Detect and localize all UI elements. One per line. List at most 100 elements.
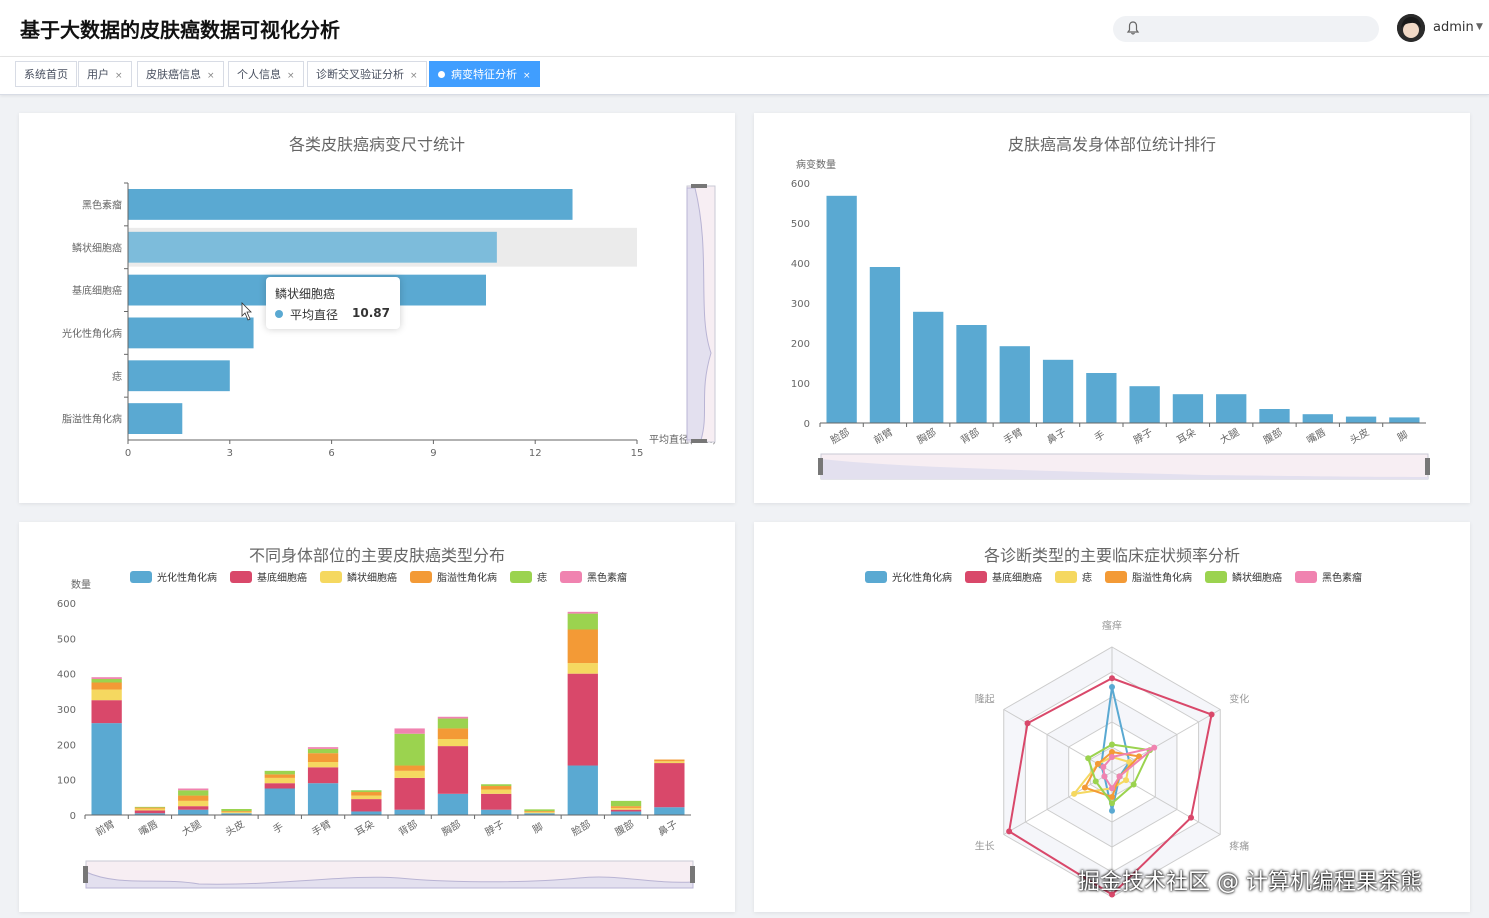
radar-point — [1130, 781, 1137, 788]
radar-point — [1151, 744, 1158, 751]
radar-point — [1208, 711, 1215, 718]
panel-site-type-distribution: 不同身体部位的主要皮肤癌类型分布 光化性角化病 基底细胞癌 鳞状细胞癌 脂溢性角化病痣… — [19, 522, 735, 912]
bar — [128, 317, 254, 349]
close-icon[interactable]: × — [410, 71, 418, 81]
caret-down-icon[interactable]: ▼ — [1476, 22, 1483, 32]
user-avatar[interactable] — [1397, 14, 1425, 42]
x-tick-label: 12 — [529, 448, 542, 459]
pointer-cursor-icon — [241, 302, 252, 321]
bar — [1042, 359, 1074, 423]
y-tick-label: 600 — [57, 599, 76, 610]
legend-label: 光化性角化病 — [157, 571, 217, 584]
y-tick-label: 100 — [57, 776, 76, 787]
app-root: 基于大数据的皮肤癌数据可视化分析 admin ▼ 系统首页 用户 × 皮肤癌信息 ×… — [0, 0, 1489, 918]
stacked-bar-segment — [524, 812, 555, 814]
close-icon[interactable]: × — [115, 71, 123, 81]
y-tick-label: 光化性角化病 — [62, 327, 122, 340]
stacked-bar-segment — [178, 800, 209, 807]
tab-lesion-analysis[interactable]: 病变特征分析 × — [429, 61, 540, 87]
x-tick-label: 胸部 — [439, 817, 463, 838]
datazoom-handle — [691, 184, 707, 188]
stacked-bar-segment — [394, 809, 425, 815]
stacked-bar-segment — [351, 792, 382, 796]
legend-label: 基底细胞癌 — [257, 571, 307, 584]
bar — [1345, 416, 1377, 423]
site-type-stacked-chart: 光化性角化病 基底细胞癌 鳞状细胞癌 脂溢性角化病 痣 黑色素瘤数量 0 100 200 300 4… — [57, 571, 695, 889]
panel-body-site-ranking: 皮肤癌高发身体部位统计排行 病变数量 0 100 200 300 400 500 600 脸部前… — [754, 113, 1470, 503]
tab-user[interactable]: 用户 × — [78, 61, 132, 87]
x-tick-label: 前臂 — [871, 425, 895, 446]
radar-indicator-label: 生长 — [975, 840, 995, 853]
legend-swatch — [130, 571, 152, 583]
x-tick-label: 手 — [1092, 428, 1107, 444]
bar — [826, 195, 857, 423]
x-tick-label: 脸部 — [828, 425, 852, 446]
stacked-bar-segment — [394, 770, 425, 778]
radar-point — [1188, 814, 1195, 821]
search-bar[interactable] — [1113, 16, 1379, 42]
stacked-bar-segment — [654, 761, 685, 764]
stacked-bar-segment — [178, 806, 209, 810]
bar — [128, 189, 573, 220]
x-tick-label: 耳朵 — [353, 818, 376, 838]
legend-swatch — [1105, 571, 1127, 583]
x-tick-label: 手 — [270, 820, 285, 836]
y-tick-label: 脂溢性角化病 — [62, 413, 122, 426]
tab-home[interactable]: 系统首页 — [15, 61, 77, 87]
radar-point — [1109, 741, 1115, 748]
tab-cross-validation[interactable]: 诊断交叉验证分析 × — [307, 61, 427, 87]
bell-icon[interactable] — [1125, 20, 1141, 36]
y-tick-label: 黑色素瘤 — [82, 198, 122, 211]
x-tick-label: 6 — [328, 448, 334, 459]
x-tick-label: 大腿 — [1218, 425, 1242, 446]
radar-indicator-label: 隆起 — [975, 693, 995, 706]
stacked-bar-segment — [654, 807, 685, 815]
tab-label: 皮肤癌信息 — [146, 68, 201, 81]
stacked-bar-segment — [481, 809, 512, 815]
tab-label: 诊断交叉验证分析 — [316, 68, 404, 81]
stacked-bar-segment — [437, 739, 469, 747]
tab-skin-cancer-info[interactable]: 皮肤癌信息 × — [137, 61, 224, 87]
tab-profile[interactable]: 个人信息 × — [228, 61, 304, 87]
tab-label: 用户 — [87, 68, 109, 81]
tooltip-marker-icon — [275, 310, 283, 318]
stacked-bar-segment — [264, 770, 295, 775]
y-tick-label: 300 — [57, 705, 76, 716]
top-header: 基于大数据的皮肤癌数据可视化分析 admin ▼ — [0, 0, 1489, 57]
user-name[interactable]: admin — [1433, 20, 1474, 35]
stacked-bar-segment — [91, 700, 122, 724]
radar-point — [1024, 720, 1031, 727]
tab-label: 系统首页 — [24, 68, 68, 81]
datazoom-handle — [1425, 458, 1430, 475]
app-title: 基于大数据的皮肤癌数据可视化分析 — [20, 18, 340, 42]
stacked-bar-segment — [134, 810, 166, 814]
bar — [1389, 417, 1420, 423]
tooltip-label: 平均直径 — [290, 308, 339, 322]
legend-label: 黑色素瘤 — [1322, 571, 1362, 584]
x-tick-label: 手臂 — [309, 817, 333, 838]
close-icon[interactable]: × — [287, 71, 295, 81]
y-tick-label: 500 — [791, 219, 810, 230]
stacked-bar-segment — [394, 728, 425, 734]
active-dot-icon — [438, 70, 445, 78]
close-icon[interactable]: × — [207, 71, 215, 81]
close-icon[interactable]: × — [523, 71, 531, 81]
legend-swatch — [320, 571, 342, 583]
stacked-bar-segment — [394, 733, 425, 766]
radar-point — [1116, 773, 1123, 780]
stacked-bar-segment — [221, 811, 252, 813]
stacked-bar-segment — [524, 809, 555, 812]
stacked-bar-segment — [654, 763, 685, 808]
radar-point — [1109, 754, 1115, 760]
stacked-bar-segment — [307, 762, 339, 768]
stacked-bar-segment — [307, 747, 339, 749]
datazoom-handle — [818, 458, 823, 475]
legend-swatch — [1295, 571, 1317, 583]
radar-point — [1109, 675, 1115, 682]
x-tick-label: 9 — [430, 448, 436, 459]
stacked-bar-segment — [567, 611, 598, 614]
x-tick-label: 嘴唇 — [1305, 426, 1328, 446]
radar-indicator-label: 疼痛 — [1229, 840, 1249, 853]
legend-swatch — [230, 571, 252, 583]
stacked-bar-segment — [134, 806, 166, 808]
